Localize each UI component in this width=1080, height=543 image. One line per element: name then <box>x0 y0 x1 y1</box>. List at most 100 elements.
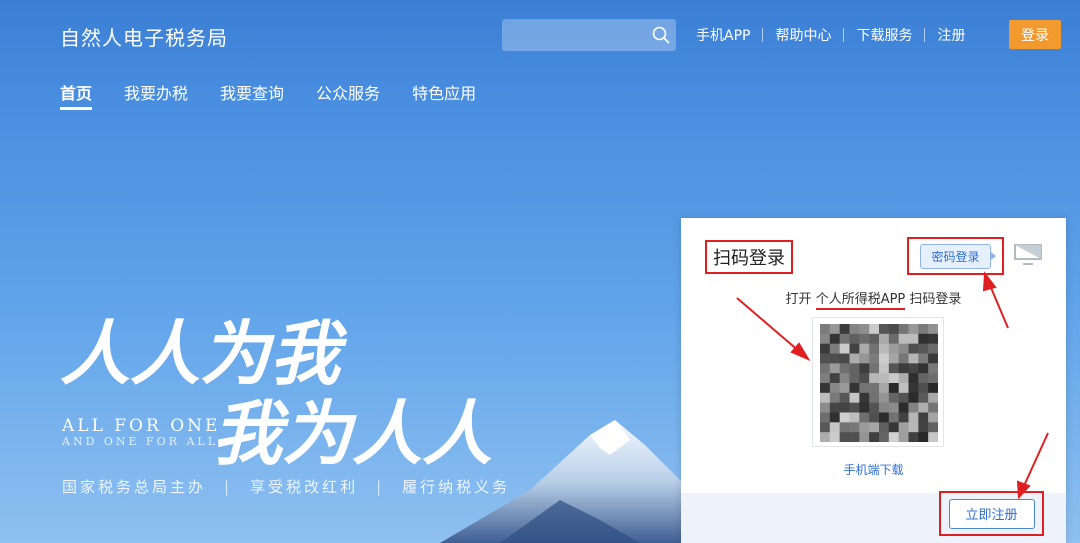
site-header: 自然人电子税务局 手机APP 帮助中心 下载服务 注册 登录 首页 我要办税 我… <box>0 0 1080 112</box>
qr-module <box>829 353 841 364</box>
qr-module <box>918 422 929 433</box>
qr-module <box>869 383 880 394</box>
qr-module <box>908 392 919 404</box>
qr-module <box>859 324 870 335</box>
slogan-separator: | <box>224 477 233 496</box>
qr-module <box>908 343 919 354</box>
qr-module <box>898 353 909 364</box>
qr-module <box>859 402 870 413</box>
instruction-prefix: 打开 <box>785 292 812 307</box>
qr-instruction: 打开 个人所得税APP 扫码登录 <box>681 288 1066 310</box>
qr-module <box>869 432 880 442</box>
qr-code-frame <box>812 317 944 447</box>
qr-module <box>859 363 870 374</box>
password-login-button[interactable]: 密码登录 <box>920 243 996 269</box>
qr-module <box>859 353 870 364</box>
tab-public-service[interactable]: 公众服务 <box>316 80 380 110</box>
qr-module <box>829 373 841 384</box>
register-now-button[interactable]: 立即注册 <box>948 498 1035 529</box>
qr-module <box>869 363 880 374</box>
qr-module <box>869 402 880 413</box>
qr-module <box>820 422 831 433</box>
register-link[interactable]: 注册 <box>925 25 977 45</box>
qr-module <box>888 392 900 404</box>
qr-module <box>918 383 929 394</box>
qr-module <box>839 402 850 413</box>
qr-module <box>849 383 860 394</box>
qr-module <box>839 333 850 345</box>
qr-module <box>869 333 880 345</box>
site-title[interactable]: 自然人电子税务局 <box>60 22 228 51</box>
qr-module <box>849 343 860 354</box>
qr-module <box>928 343 938 354</box>
qr-module <box>918 353 929 364</box>
qr-module <box>898 412 909 423</box>
qr-module <box>888 333 900 345</box>
qr-module <box>829 343 841 354</box>
tab-query[interactable]: 我要查询 <box>220 80 284 110</box>
qr-module <box>820 432 831 442</box>
slogan-part: 履行纳税义务 <box>402 478 511 496</box>
tab-handle-tax[interactable]: 我要办税 <box>124 80 188 110</box>
tab-home[interactable]: 首页 <box>60 80 93 110</box>
slogan-part: 享受税改红利 <box>250 478 359 496</box>
qr-module <box>859 373 870 384</box>
qr-module <box>928 412 938 423</box>
qr-module <box>849 324 860 335</box>
mobile-app-link[interactable]: 手机APP <box>684 25 762 45</box>
qr-module <box>918 343 929 354</box>
qr-module <box>820 392 831 404</box>
qr-module <box>928 432 938 442</box>
mobile-download-link[interactable]: 手机端下载 <box>681 461 1066 478</box>
qr-module <box>898 333 909 345</box>
qr-module <box>918 324 929 335</box>
qr-module <box>908 324 919 335</box>
calligraphy-line2: 我为人人 <box>212 392 492 470</box>
qr-module <box>869 422 880 433</box>
qr-module <box>928 422 938 433</box>
qr-module <box>908 422 919 433</box>
qr-module <box>879 353 890 364</box>
qr-module <box>829 422 841 433</box>
qr-module <box>839 412 850 423</box>
qr-module <box>829 324 841 335</box>
qr-module <box>839 373 850 384</box>
qr-module <box>849 373 860 384</box>
qr-module <box>908 383 919 394</box>
qr-module <box>888 383 900 394</box>
help-center-link[interactable]: 帮助中心 <box>763 25 843 45</box>
qr-module <box>908 373 919 384</box>
qr-module <box>908 363 919 374</box>
slogan-english-2: AND ONE FOR ALL <box>62 435 219 448</box>
search-icon[interactable] <box>652 26 670 44</box>
qr-module <box>859 343 870 354</box>
qr-module <box>888 432 900 442</box>
qr-module <box>879 343 890 354</box>
qr-module <box>908 402 919 413</box>
qr-module <box>888 363 900 374</box>
search-input[interactable] <box>502 19 676 51</box>
register-highlight: 立即注册 <box>939 491 1044 536</box>
qr-module <box>849 353 860 364</box>
qr-module <box>829 432 841 442</box>
qr-module <box>869 343 880 354</box>
download-service-link[interactable]: 下载服务 <box>844 25 924 45</box>
qr-module <box>879 324 890 335</box>
qr-module <box>869 373 880 384</box>
login-button[interactable]: 登录 <box>1009 20 1061 49</box>
qr-module <box>898 432 909 442</box>
qr-module <box>888 412 900 423</box>
qr-module <box>820 324 831 335</box>
qr-module <box>849 402 860 413</box>
qr-code <box>820 324 938 442</box>
qr-module <box>849 422 860 433</box>
qr-module <box>879 392 890 404</box>
tab-featured-apps[interactable]: 特色应用 <box>412 80 476 110</box>
qr-module <box>928 392 938 404</box>
qr-module <box>839 353 850 364</box>
qr-module <box>879 412 890 423</box>
qr-module <box>879 363 890 374</box>
qr-module <box>898 422 909 433</box>
qr-module <box>869 353 880 364</box>
computer-icon[interactable] <box>1013 242 1043 266</box>
